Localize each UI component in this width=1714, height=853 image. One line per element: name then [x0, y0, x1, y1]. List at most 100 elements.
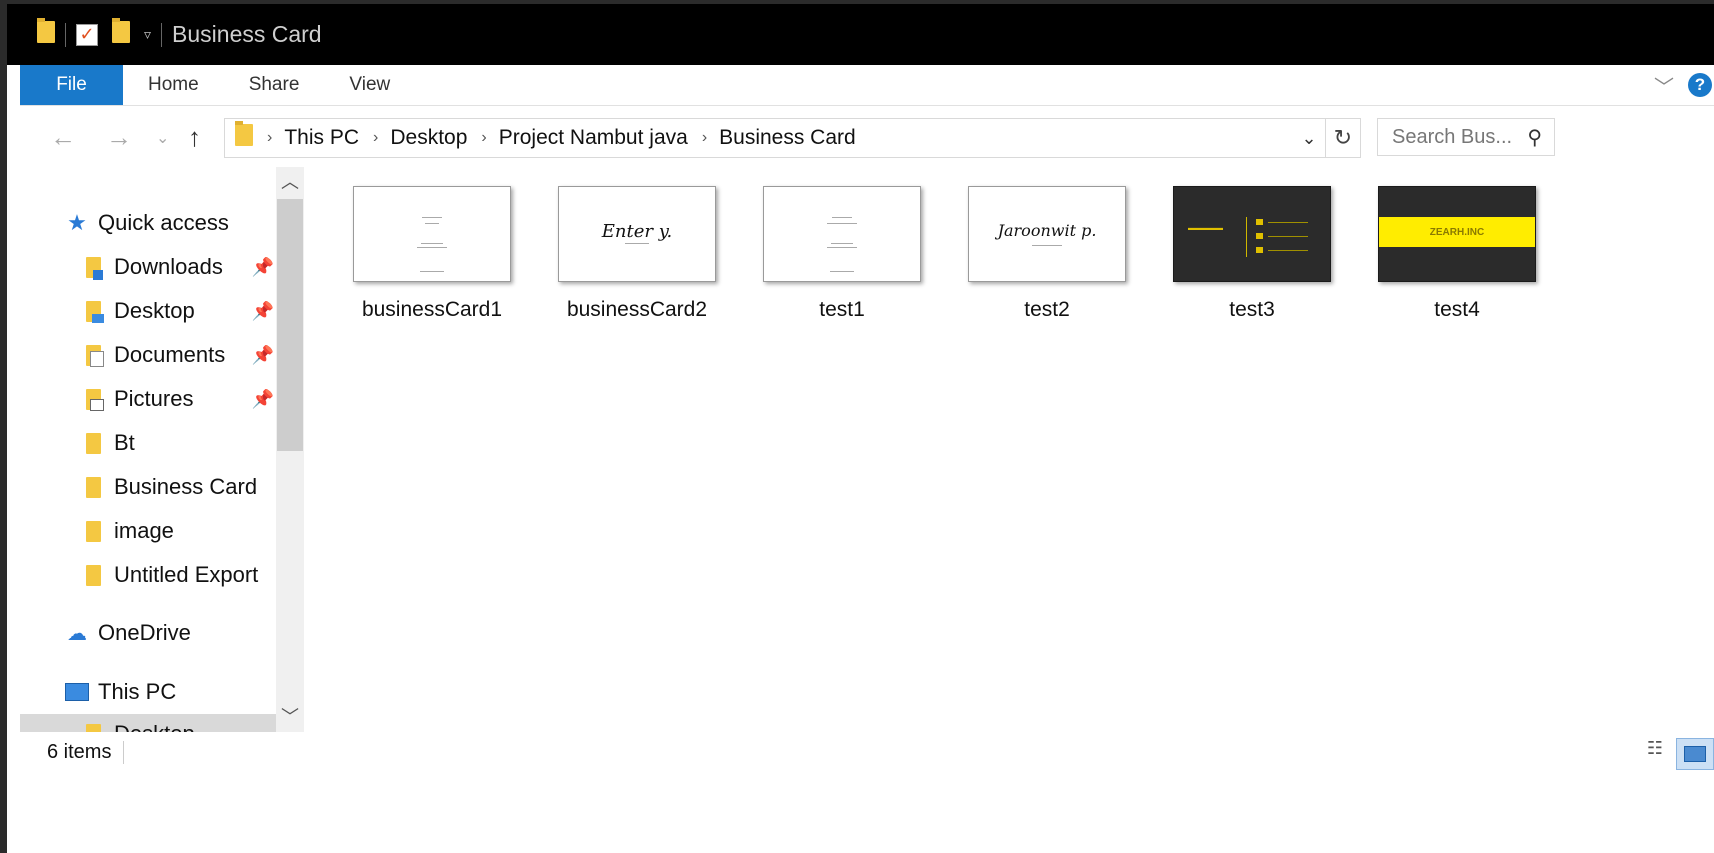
folder-icon: [80, 520, 106, 542]
refresh-icon[interactable]: ↻: [1324, 119, 1360, 157]
nav-this-pc[interactable]: This PC: [64, 672, 276, 712]
folder-icon: [80, 723, 106, 732]
properties-icon[interactable]: ✓: [76, 23, 98, 46]
image-thumbnail: [353, 186, 511, 282]
recent-locations-chevron-icon[interactable]: ⌄: [156, 128, 169, 148]
help-icon[interactable]: ?: [1688, 73, 1712, 97]
divider: [161, 22, 163, 47]
breadcrumb-business-card[interactable]: Business Card: [719, 126, 856, 150]
file-item[interactable]: Enter y. businessCard2: [542, 186, 732, 322]
cloud-icon: ☁: [67, 622, 87, 645]
computer-icon: [64, 683, 90, 701]
chevron-right-icon[interactable]: ›: [373, 129, 378, 147]
chevron-right-icon[interactable]: ›: [702, 129, 707, 147]
nav-item-label: Documents: [114, 342, 226, 367]
image-thumbnail: [763, 186, 921, 282]
nav-item-label: Business Card: [114, 474, 258, 499]
scrollbar-thumb[interactable]: [277, 199, 303, 451]
folder-icon: [235, 121, 253, 152]
up-arrow-icon[interactable]: ↑: [188, 122, 201, 153]
nav-item-bt[interactable]: Bt: [80, 423, 276, 463]
expand-ribbon-icon[interactable]: ﹀: [1654, 71, 1674, 100]
image-thumbnail: Jaroonwit p.: [968, 186, 1126, 282]
nav-item-label: Desktop: [114, 298, 195, 323]
nav-item-label: Desktop: [114, 721, 195, 732]
forward-arrow-icon[interactable]: →: [106, 122, 132, 153]
back-arrow-icon[interactable]: ←: [50, 122, 76, 153]
file-item[interactable]: ZEARH.INC test4: [1362, 186, 1552, 322]
pin-icon[interactable]: 📌: [252, 345, 274, 366]
file-name: test4: [1434, 298, 1480, 321]
status-bar: 6 items ☷: [20, 732, 1714, 772]
nav-item-label: Pictures: [114, 386, 194, 411]
nav-item-label: Quick access: [98, 210, 229, 235]
file-name: test3: [1229, 298, 1275, 321]
navigation-bar: ← → ⌄ ↑ › This PC › Desktop › Project Na…: [20, 112, 1714, 162]
nav-item-label: OneDrive: [98, 620, 191, 645]
breadcrumb-project[interactable]: Project Nambut java: [499, 126, 688, 150]
large-icons-view-icon[interactable]: [1676, 738, 1714, 770]
nav-item-documents[interactable]: Documents 📌: [80, 335, 276, 375]
chevron-right-icon[interactable]: ›: [267, 129, 272, 147]
new-folder-icon[interactable]: [112, 18, 130, 48]
nav-item-desktop[interactable]: Desktop 📌: [80, 291, 276, 331]
tab-view[interactable]: View: [324, 65, 415, 105]
folder-icon: [80, 432, 106, 454]
breadcrumb-this-pc[interactable]: This PC: [284, 126, 359, 150]
scroll-up-icon[interactable]: ︿: [276, 167, 304, 197]
nav-item-image[interactable]: image: [80, 511, 276, 551]
folder-icon: [80, 564, 106, 586]
navigation-pane: ★ Quick access Downloads 📌 Desktop 📌 Doc…: [20, 167, 276, 732]
nav-item-label: Bt: [114, 430, 135, 455]
window-title: Business Card: [172, 21, 322, 47]
nav-item-pictures[interactable]: Pictures 📌: [80, 379, 276, 419]
quick-access-toolbar-dropdown-icon[interactable]: ▿: [144, 26, 151, 43]
file-name: businessCard2: [566, 298, 708, 321]
image-thumbnail: ▬▬▬▬▬: [1173, 186, 1331, 282]
file-item[interactable]: test1: [747, 186, 937, 322]
address-dropdown-icon[interactable]: ⌄: [1293, 128, 1324, 149]
nav-item-desktop-partial[interactable]: Desktop: [20, 714, 276, 732]
nav-item-label: Untitled Export: [114, 562, 259, 587]
title-bar: ✓ ▿ Business Card: [7, 4, 1714, 65]
nav-item-downloads[interactable]: Downloads 📌: [80, 247, 276, 287]
pin-icon[interactable]: 📌: [252, 389, 274, 410]
downloads-folder-icon: [80, 256, 106, 280]
pictures-folder-icon: [80, 388, 106, 411]
file-name: test2: [1024, 298, 1070, 321]
search-box[interactable]: ⚲: [1377, 118, 1555, 156]
nav-item-business-card[interactable]: Business Card: [80, 467, 276, 507]
breadcrumb-desktop[interactable]: Desktop: [390, 126, 467, 150]
details-view-icon[interactable]: ☷: [1642, 738, 1668, 762]
tab-file[interactable]: File: [20, 65, 123, 105]
nav-item-label: Downloads: [114, 254, 223, 279]
scroll-down-icon[interactable]: ﹀: [276, 702, 304, 732]
folder-icon: [37, 18, 55, 48]
navigation-pane-scrollbar[interactable]: ︿ ﹀: [276, 167, 304, 732]
folder-icon: [80, 476, 106, 498]
item-count: 6 items: [47, 740, 125, 764]
pin-icon[interactable]: 📌: [252, 257, 274, 278]
nav-item-label: image: [114, 518, 174, 543]
search-icon[interactable]: ⚲: [1527, 125, 1542, 150]
desktop-folder-icon: [80, 300, 106, 323]
image-thumbnail: ZEARH.INC: [1378, 186, 1536, 282]
tab-home[interactable]: Home: [123, 65, 224, 105]
nav-item-untitled-export[interactable]: Untitled Export: [80, 555, 276, 595]
divider: [65, 22, 66, 47]
star-icon: ★: [67, 210, 87, 235]
pin-icon[interactable]: 📌: [252, 301, 274, 322]
file-item[interactable]: Jaroonwit p. test2: [952, 186, 1142, 322]
image-thumbnail: Enter y.: [558, 186, 716, 282]
nav-quick-access[interactable]: ★ Quick access: [64, 203, 276, 243]
file-item[interactable]: ▬▬▬▬▬ test3: [1157, 186, 1347, 322]
tab-share[interactable]: Share: [224, 65, 325, 105]
nav-onedrive[interactable]: ☁ OneDrive: [64, 613, 276, 653]
search-input[interactable]: [1390, 124, 1524, 150]
address-bar[interactable]: › This PC › Desktop › Project Nambut jav…: [224, 118, 1361, 158]
nav-item-label: This PC: [98, 679, 177, 704]
chevron-right-icon[interactable]: ›: [481, 129, 486, 147]
file-item[interactable]: businessCard1: [337, 186, 527, 322]
explorer-window: ✓ ▿ Business Card File Home Share View ﹀…: [7, 4, 1714, 853]
ribbon-tabs: File Home Share View ﹀ ?: [20, 65, 1714, 106]
